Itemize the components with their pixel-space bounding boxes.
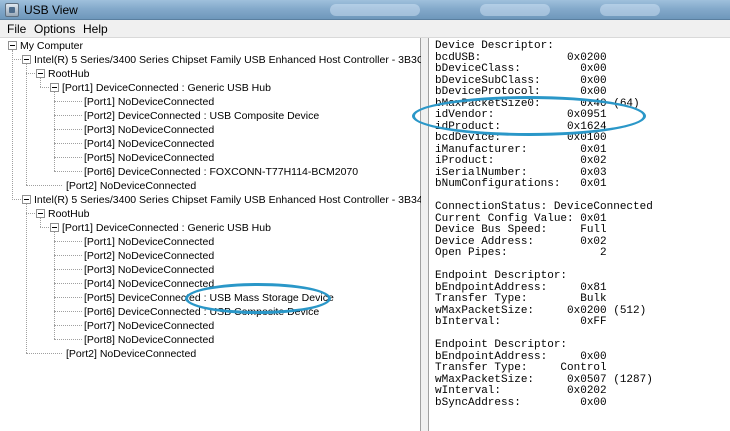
tree-connector: [26, 204, 27, 353]
tree-connector: [54, 297, 82, 298]
tree-connector: [54, 325, 82, 326]
collapse-my-computer-icon[interactable]: [8, 41, 17, 50]
tree-connector: [54, 241, 82, 242]
tree-connector: [40, 87, 49, 88]
detail-line: Device Bus Speed: Full: [435, 224, 607, 236]
tree-connector: [12, 59, 21, 60]
detail-line: Endpoint Descriptor:: [435, 339, 568, 351]
title-bar: USB View: [0, 0, 730, 20]
tree-connector: [40, 227, 49, 228]
pane-splitter[interactable]: [421, 38, 429, 431]
title-bar-glow: [330, 4, 420, 16]
tree-node-roothub[interactable]: RootHub: [48, 207, 89, 221]
menu-file[interactable]: File: [4, 21, 29, 37]
tree-node-generic-usb-hub[interactable]: [Port1] DeviceConnected : Generic USB Hu…: [62, 81, 271, 95]
detail-line: bInterval: 0xFF: [435, 316, 607, 328]
tree-node-controller-3b34[interactable]: Intel(R) 5 Series/3400 Series Chipset Fa…: [34, 193, 423, 207]
tree-connector: [54, 157, 82, 158]
tree-connector: [12, 50, 13, 198]
tree-connector: [12, 199, 21, 200]
detail-line: Endpoint Descriptor:: [435, 270, 568, 282]
tree-node-port[interactable]: [Port5] NoDeviceConnected: [84, 151, 214, 165]
tree-connector: [54, 115, 82, 116]
collapse-roothub-icon[interactable]: [36, 209, 45, 218]
collapse-controller-3b3c-icon[interactable]: [22, 55, 31, 64]
tree-node-port[interactable]: [Port7] NoDeviceConnected: [84, 319, 214, 333]
menu-options[interactable]: Options: [31, 21, 78, 37]
detail-line: Transfer Type: Bulk: [435, 293, 607, 305]
detail-line: bDeviceClass: 0x00: [435, 63, 607, 75]
tree-node-port[interactable]: [Port2] NoDeviceConnected: [66, 347, 196, 361]
detail-line: wInterval: 0x0202: [435, 385, 607, 397]
title-bar-glow: [480, 4, 550, 16]
tree-connector: [26, 185, 62, 186]
tree-connector: [54, 92, 55, 171]
tree-node-port[interactable]: [Port1] NoDeviceConnected: [84, 235, 214, 249]
tree-node-port[interactable]: [Port3] NoDeviceConnected: [84, 123, 214, 137]
tree-node-port[interactable]: [Port2] DeviceConnected : USB Composite …: [84, 109, 319, 123]
tree-connector: [54, 283, 82, 284]
tree-node-roothub[interactable]: RootHub: [48, 67, 89, 81]
tree-node-port[interactable]: [Port4] NoDeviceConnected: [84, 137, 214, 151]
tree-connector: [54, 255, 82, 256]
tree-node-port[interactable]: [Port6] DeviceConnected : FOXCONN-T77H11…: [84, 165, 358, 179]
usb-view-app-icon: [5, 3, 19, 17]
tree-node-port[interactable]: [Port8] NoDeviceConnected: [84, 333, 214, 347]
tree-connector: [26, 213, 35, 214]
tree-node-my-computer[interactable]: My Computer: [20, 39, 83, 53]
collapse-controller-3b34-icon[interactable]: [22, 195, 31, 204]
tree-connector: [40, 78, 41, 87]
tree-node-generic-usb-hub[interactable]: [Port1] DeviceConnected : Generic USB Hu…: [62, 221, 271, 235]
tree-connector: [54, 269, 82, 270]
title-bar-glow: [600, 4, 660, 16]
tree-node-port[interactable]: [Port2] NoDeviceConnected: [66, 179, 196, 193]
tree-connector: [54, 143, 82, 144]
window-title: USB View: [24, 3, 78, 17]
detail-line: Transfer Type: Control: [435, 362, 607, 374]
menu-bar: File Options Help: [0, 20, 730, 38]
tree-connector: [54, 232, 55, 339]
detail-line: bSyncAddress: 0x00: [435, 396, 607, 409]
collapse-generic-hub-icon[interactable]: [50, 223, 59, 232]
collapse-roothub-icon[interactable]: [36, 69, 45, 78]
tree-connector: [54, 311, 82, 312]
tree-connector: [26, 73, 35, 74]
detail-line: Device Descriptor:: [435, 40, 554, 52]
detail-line: Open Pipes: 2: [435, 247, 607, 259]
detail-line: bcdDevice: 0x0100: [435, 132, 607, 144]
detail-line-id-vendor: idVendor: 0x0951: [435, 109, 607, 121]
detail-line: bDeviceProtocol: 0x00: [435, 86, 607, 98]
tree-connector: [54, 101, 82, 102]
detail-line: bNumConfigurations: 0x01: [435, 178, 607, 190]
tree-connector: [40, 218, 41, 227]
tree-node-port[interactable]: [Port4] NoDeviceConnected: [84, 277, 214, 291]
tree-node-usb-mass-storage[interactable]: [Port5] DeviceConnected : USB Mass Stora…: [84, 291, 334, 305]
tree-connector: [54, 129, 82, 130]
tree-node-port[interactable]: [Port3] NoDeviceConnected: [84, 263, 214, 277]
tree-node-port[interactable]: [Port6] DeviceConnected : USB Composite …: [84, 305, 319, 319]
tree-node-controller-3b3c[interactable]: Intel(R) 5 Series/3400 Series Chipset Fa…: [34, 53, 424, 67]
tree-connector: [54, 171, 82, 172]
collapse-generic-hub-icon[interactable]: [50, 83, 59, 92]
tree-connector: [26, 64, 27, 185]
detail-line: ConnectionStatus: DeviceConnected: [435, 201, 653, 213]
menu-help[interactable]: Help: [80, 21, 111, 37]
device-tree-pane[interactable]: My Computer Intel(R) 5 Series/3400 Serie…: [0, 38, 424, 431]
detail-line: iProduct: 0x02: [435, 155, 607, 167]
tree-node-port[interactable]: [Port1] NoDeviceConnected: [84, 95, 214, 109]
tree-connector: [54, 339, 82, 340]
tree-node-port[interactable]: [Port2] NoDeviceConnected: [84, 249, 214, 263]
device-details-pane[interactable]: Device Descriptor: bcdUSB: 0x0200 bDevic…: [429, 38, 730, 431]
tree-connector: [26, 353, 62, 354]
